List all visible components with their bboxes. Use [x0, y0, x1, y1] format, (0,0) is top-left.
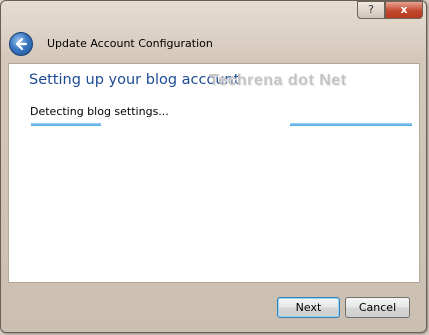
page-heading: Setting up your blog account: [29, 72, 240, 88]
dialog-window: ? x Update Account Configuration Setting…: [0, 0, 427, 333]
content-panel: Setting up your blog account Techrena do…: [8, 63, 420, 283]
back-arrow-icon: [15, 37, 28, 51]
help-button[interactable]: ?: [357, 1, 385, 19]
next-button[interactable]: Next: [277, 297, 340, 318]
status-text: Detecting blog settings...: [30, 105, 169, 118]
watermark-text: Techrena dot Net: [209, 72, 347, 89]
back-button[interactable]: [9, 32, 33, 56]
close-button[interactable]: x: [385, 1, 423, 19]
progress-bar-segment-left: [31, 123, 101, 126]
window-title: Update Account Configuration: [47, 37, 213, 50]
cancel-button[interactable]: Cancel: [345, 297, 410, 318]
progress-bar-segment-right: [290, 123, 412, 126]
